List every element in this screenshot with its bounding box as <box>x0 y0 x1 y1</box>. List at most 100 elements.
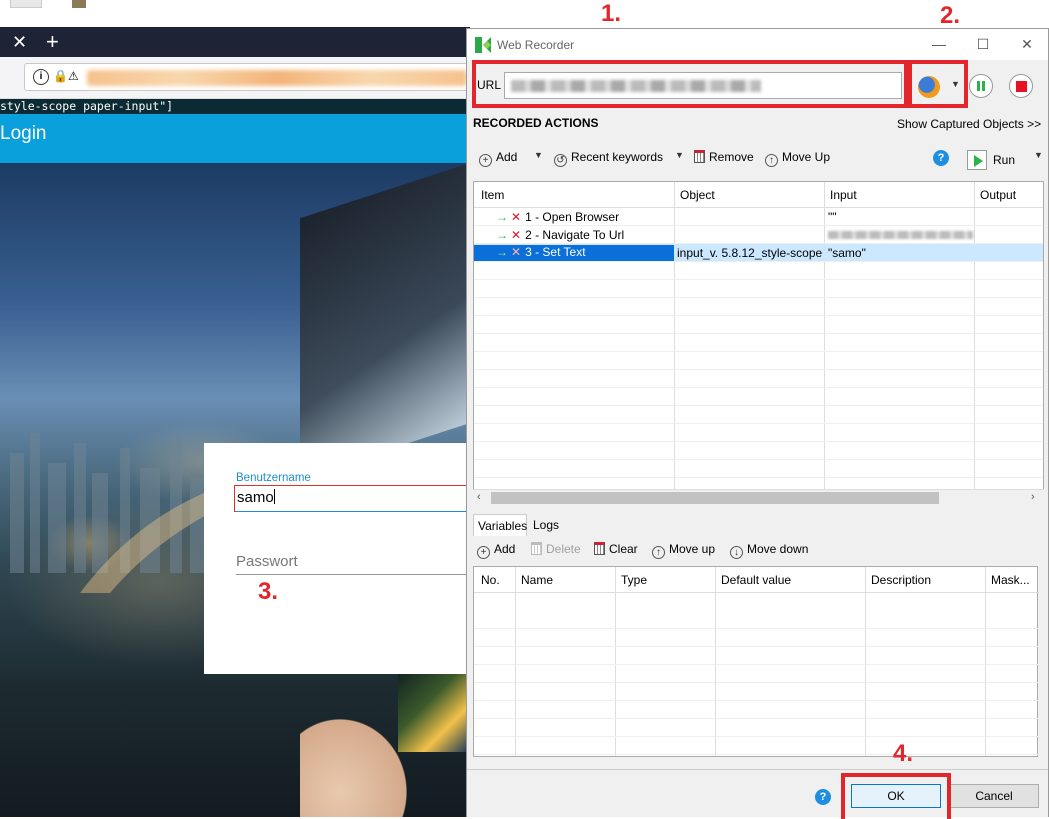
header-mask[interactable]: Mask... <box>991 573 1030 587</box>
move-up-button[interactable]: ↑ Move Up <box>765 150 830 167</box>
empty-row <box>474 316 1043 334</box>
browser-address-bar: i 🔒⚠ <box>0 57 470 99</box>
recent-keywords-dropdown-icon[interactable]: ▼ <box>675 150 684 160</box>
header-output[interactable]: Output <box>980 188 1016 202</box>
move-up-variable-button[interactable]: ↑ Move up <box>652 542 715 559</box>
move-up-label: Move Up <box>782 150 831 164</box>
login-card: Benutzername samo Passwort <box>204 443 470 674</box>
title-bar: Web Recorder — ☐ ✕ <box>467 29 1048 60</box>
header-item[interactable]: Item <box>481 188 504 202</box>
item-cell: → ✕ 1 - Open Browser <box>496 210 672 224</box>
empty-row <box>474 611 1039 629</box>
remove-label: Remove <box>709 150 754 164</box>
header-input[interactable]: Input <box>830 188 857 202</box>
tab-logs[interactable]: Logs <box>529 514 563 536</box>
play-icon <box>967 150 987 170</box>
header-type[interactable]: Type <box>621 573 647 587</box>
add-dropdown-icon[interactable]: ▼ <box>534 150 543 160</box>
table-row[interactable]: → ✕ 2 - Navigate To Url <box>474 226 1043 244</box>
recent-keywords-label: Recent keywords <box>571 150 664 164</box>
header-object[interactable]: Object <box>680 188 715 202</box>
window-title: Web Recorder <box>497 38 575 52</box>
text-caret <box>273 489 275 504</box>
close-window-icon[interactable]: ✕ <box>1014 34 1040 54</box>
empty-row <box>474 719 1039 737</box>
info-icon[interactable]: i <box>33 69 49 85</box>
item-label: 1 - Open Browser <box>525 210 620 224</box>
clear-variables-button[interactable]: Clear <box>594 542 638 556</box>
scroll-right-icon[interactable]: › <box>1031 491 1035 503</box>
delete-variable-button[interactable]: Delete <box>531 542 581 556</box>
table-header-row: Item Object Input Output <box>474 182 1043 208</box>
actions-toolbar: + Add ▼ ↺ Recent keywords ▼ Remove ↑ Move U… <box>467 146 1048 170</box>
annotation-box-browser <box>908 60 968 108</box>
table-row-selected[interactable]: → ✕ 3 - Set Text input_v. 5.8.12_style-sco… <box>474 244 1043 262</box>
help-icon[interactable]: ? <box>815 789 831 805</box>
new-tab-icon[interactable]: + <box>46 31 59 53</box>
pause-recording-button[interactable] <box>969 74 993 98</box>
table-row[interactable]: → ✕ 1 - Open Browser "" <box>474 208 1043 226</box>
add-icon: + <box>477 546 490 559</box>
horizontal-scrollbar[interactable]: ‹ › <box>473 489 1044 506</box>
app-icon <box>10 0 42 8</box>
empty-row <box>474 424 1043 442</box>
tablet-device <box>300 163 470 479</box>
header-name[interactable]: Name <box>521 573 553 587</box>
x-icon: ✕ <box>511 245 522 259</box>
maximize-icon[interactable]: ☐ <box>970 34 996 54</box>
move-down-variable-button[interactable]: ↓ Move down <box>730 542 808 559</box>
header-no[interactable]: No. <box>481 573 500 587</box>
x-icon: ✕ <box>511 228 522 242</box>
empty-row <box>474 298 1043 316</box>
arrow-up-icon: ↑ <box>765 154 778 167</box>
arrow-icon: → <box>496 245 508 259</box>
address-field[interactable]: i 🔒⚠ <box>24 63 470 91</box>
arrow-icon: → <box>496 210 508 224</box>
folder-icon <box>72 0 86 8</box>
empty-row <box>474 280 1043 298</box>
web-recorder-window: Web Recorder — ☐ ✕ URL ▼ RECORDED ACTION… <box>466 28 1049 817</box>
show-captured-objects-link[interactable]: Show Captured Objects >> <box>897 117 1041 131</box>
add-icon: + <box>479 154 492 167</box>
run-label: Run <box>993 153 1016 167</box>
scrollbar-thumb[interactable] <box>491 492 939 504</box>
tab-variables[interactable]: Variables <box>473 514 527 536</box>
header-default-value[interactable]: Default value <box>721 573 791 587</box>
add-label: Add <box>496 150 518 164</box>
delete-label: Delete <box>546 542 581 556</box>
dev-selector-bar: style-scope paper-input"] <box>0 99 470 114</box>
remove-button[interactable]: Remove <box>694 150 754 164</box>
history-icon: ↺ <box>554 154 567 167</box>
help-icon[interactable]: ? <box>933 150 949 166</box>
empty-row <box>474 737 1039 755</box>
password-underline <box>236 574 470 575</box>
input-cell: "samo" <box>828 246 866 260</box>
add-variable-button[interactable]: + Add <box>477 542 515 559</box>
empty-row <box>474 388 1043 406</box>
scroll-left-icon[interactable]: ‹ <box>477 491 481 503</box>
annotation-2: 2. <box>940 2 961 29</box>
clear-label: Clear <box>609 542 638 556</box>
close-tab-icon[interactable]: ✕ <box>12 33 27 51</box>
recent-keywords-button[interactable]: ↺ Recent keywords <box>554 150 663 167</box>
blurred-url-cell <box>828 231 973 239</box>
input-cell: "" <box>828 210 837 224</box>
empty-row <box>474 683 1039 701</box>
cancel-button[interactable]: Cancel <box>949 784 1039 808</box>
empty-row <box>474 647 1039 665</box>
empty-row <box>474 629 1039 647</box>
katalon-logo-icon <box>475 37 491 53</box>
add-action-button[interactable]: + Add <box>479 150 517 167</box>
variables-toolbar: + Add Delete Clear ↑ Move up ↓ Move down <box>467 538 1048 562</box>
header-description[interactable]: Description <box>871 573 931 587</box>
lock-warning-icon[interactable]: 🔒⚠ <box>53 69 79 83</box>
x-icon: ✕ <box>511 210 522 224</box>
background-browser: ✕ + i 🔒⚠ style-scope paper-input"] Login <box>0 0 470 817</box>
password-field[interactable]: Passwort <box>236 553 298 570</box>
run-button[interactable]: Run <box>967 150 1015 170</box>
stop-recording-button[interactable] <box>1009 74 1033 98</box>
phone-screen <box>398 672 468 752</box>
run-dropdown-icon[interactable]: ▼ <box>1034 150 1043 160</box>
username-input[interactable]: samo <box>234 485 470 512</box>
minimize-icon[interactable]: — <box>926 34 952 54</box>
